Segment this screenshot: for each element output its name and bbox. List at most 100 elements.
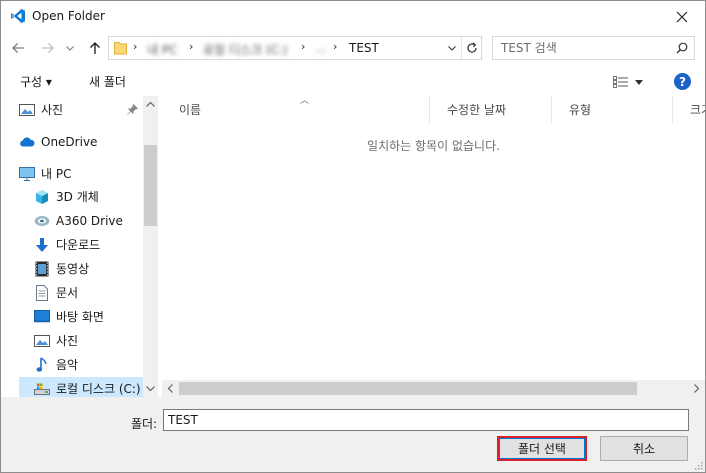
drive-icon bbox=[34, 381, 50, 397]
open-folder-dialog: Open Folder › 내 PC › 로컬 디스크 (C:) › ... ›… bbox=[0, 0, 706, 473]
breadcrumb-item[interactable]: 내 PC bbox=[147, 41, 177, 58]
forward-button[interactable] bbox=[37, 37, 59, 59]
select-folder-button[interactable]: 폴더 선택 bbox=[497, 436, 587, 461]
breadcrumb-item[interactable]: 로컬 디스크 (C:) bbox=[203, 41, 288, 58]
column-label: 크기 bbox=[690, 103, 705, 117]
sidebar-item-label: 음악 bbox=[56, 358, 79, 372]
breadcrumb-separator: › bbox=[333, 40, 338, 53]
file-list-scrollbar[interactable] bbox=[162, 380, 705, 397]
chevron-down-icon bbox=[66, 45, 74, 51]
chevron-down-icon bbox=[448, 45, 456, 51]
computer-icon bbox=[19, 166, 35, 182]
sidebar-item-label: 문서 bbox=[56, 286, 79, 300]
column-header-name[interactable]: 이름 ︿ bbox=[162, 96, 430, 123]
sidebar-item-a360-drive[interactable]: A360 Drive bbox=[34, 209, 155, 232]
column-header-type[interactable]: 유형 bbox=[552, 96, 673, 123]
a360-drive-icon bbox=[34, 213, 50, 229]
scroll-up-button[interactable] bbox=[143, 96, 158, 113]
sidebar-item-label: 다운로드 bbox=[56, 238, 101, 252]
breadcrumb-separator: › bbox=[133, 40, 138, 53]
chevron-down-icon bbox=[635, 79, 643, 85]
sidebar-item-label: 바탕 화면 bbox=[56, 310, 104, 324]
sort-ascending-icon: ︿ bbox=[300, 96, 310, 106]
sidebar-item-videos[interactable]: 동영상 bbox=[34, 257, 155, 280]
search-box[interactable] bbox=[492, 36, 695, 60]
breadcrumb-separator: › bbox=[189, 40, 194, 53]
video-icon bbox=[34, 261, 50, 277]
column-label: 이름 bbox=[179, 103, 202, 117]
breadcrumb-separator: › bbox=[301, 40, 306, 53]
pictures-icon bbox=[19, 102, 35, 118]
recent-locations-button[interactable] bbox=[62, 37, 78, 59]
cloud-icon bbox=[19, 134, 35, 150]
address-history-button[interactable] bbox=[443, 37, 461, 59]
sidebar-item-this-pc[interactable]: 내 PC bbox=[19, 162, 140, 185]
back-arrow-icon bbox=[12, 43, 24, 53]
sidebar-item-pictures[interactable]: 사진 bbox=[34, 329, 155, 352]
folder-icon bbox=[114, 42, 127, 55]
scroll-left-button[interactable] bbox=[162, 380, 179, 397]
search-icon[interactable] bbox=[676, 42, 688, 54]
file-list: 이름 ︿ 수정한 날짜 유형 크기 일치하는 항목이 없습니다. bbox=[162, 96, 705, 397]
dialog-footer: 폴더: 폴더 선택 취소 bbox=[1, 397, 705, 472]
document-icon bbox=[34, 284, 50, 301]
desktop-icon bbox=[34, 309, 50, 325]
new-folder-button[interactable]: 새 폴더 bbox=[89, 73, 126, 90]
close-button[interactable] bbox=[659, 1, 705, 32]
folder-name-input[interactable] bbox=[163, 409, 689, 431]
pin-icon[interactable] bbox=[127, 104, 138, 115]
cancel-button[interactable]: 취소 bbox=[600, 436, 688, 461]
sidebar-item-label: 동영상 bbox=[56, 262, 90, 276]
chevron-down-icon bbox=[146, 386, 155, 391]
command-bar: 구성 ▾ 새 폴더 ? bbox=[1, 66, 705, 96]
up-button[interactable] bbox=[84, 37, 106, 59]
view-options-button[interactable] bbox=[608, 71, 648, 93]
forward-arrow-icon bbox=[42, 43, 54, 53]
sidebar-item-label: 내 PC bbox=[41, 167, 72, 181]
folder-field-label: 폴더: bbox=[131, 417, 158, 431]
sidebar-item-desktop[interactable]: 바탕 화면 bbox=[34, 305, 155, 328]
sidebar-item-music[interactable]: 음악 bbox=[34, 353, 155, 376]
navigation-bar: › 내 PC › 로컬 디스크 (C:) › ... › TEST bbox=[1, 32, 705, 66]
sidebar-item-documents[interactable]: 문서 bbox=[34, 281, 155, 304]
sidebar-item-label: 로컬 디스크 (C:) bbox=[56, 382, 141, 396]
chevron-left-icon bbox=[168, 384, 173, 393]
refresh-icon bbox=[466, 42, 477, 53]
sidebar-item-label: 3D 개체 bbox=[56, 190, 99, 204]
sidebar-item-label: OneDrive bbox=[41, 134, 98, 149]
3d-objects-icon bbox=[34, 189, 50, 205]
resize-grip-icon[interactable] bbox=[693, 460, 703, 470]
sidebar-item-quick-pictures[interactable]: 사진 bbox=[19, 98, 140, 121]
pictures-icon bbox=[34, 333, 50, 349]
column-header-date-modified[interactable]: 수정한 날짜 bbox=[430, 96, 552, 123]
organize-menu[interactable]: 구성 ▾ bbox=[20, 73, 52, 90]
address-bar[interactable]: › 내 PC › 로컬 디스크 (C:) › ... › TEST bbox=[108, 36, 482, 60]
chevron-right-icon bbox=[694, 384, 699, 393]
view-options-icon bbox=[613, 76, 628, 88]
column-header-size[interactable]: 크기 bbox=[673, 96, 705, 123]
navigation-pane-scrollbar[interactable] bbox=[143, 96, 158, 397]
sidebar-item-3d-objects[interactable]: 3D 개체 bbox=[34, 185, 155, 208]
column-label: 유형 bbox=[569, 103, 592, 117]
navigation-pane: 사진 OneDrive 내 PC 3D 개체 A360 Drive 다운로드 동… bbox=[19, 96, 158, 397]
search-input[interactable] bbox=[501, 40, 671, 56]
sidebar-item-onedrive[interactable]: OneDrive bbox=[19, 130, 140, 153]
sidebar-item-downloads[interactable]: 다운로드 bbox=[34, 233, 155, 256]
sidebar-item-label: A360 Drive bbox=[56, 213, 123, 228]
sidebar-item-label: 사진 bbox=[41, 103, 64, 117]
scrollbar-thumb[interactable] bbox=[179, 382, 637, 395]
scrollbar-thumb[interactable] bbox=[144, 145, 157, 226]
scroll-down-button[interactable] bbox=[143, 380, 158, 397]
download-icon bbox=[34, 237, 50, 253]
breadcrumb-item[interactable]: ... bbox=[315, 41, 326, 55]
title-bar: Open Folder bbox=[1, 1, 705, 32]
refresh-button[interactable] bbox=[461, 37, 481, 59]
up-arrow-icon bbox=[90, 42, 100, 54]
scroll-right-button[interactable] bbox=[688, 380, 705, 397]
empty-folder-message: 일치하는 항목이 없습니다. bbox=[367, 139, 500, 153]
breadcrumb-current[interactable]: TEST bbox=[349, 41, 379, 55]
help-button[interactable]: ? bbox=[674, 73, 691, 90]
window-title: Open Folder bbox=[32, 9, 105, 23]
sidebar-item-local-disk[interactable]: 로컬 디스크 (C:) bbox=[19, 377, 143, 397]
back-button[interactable] bbox=[7, 37, 29, 59]
